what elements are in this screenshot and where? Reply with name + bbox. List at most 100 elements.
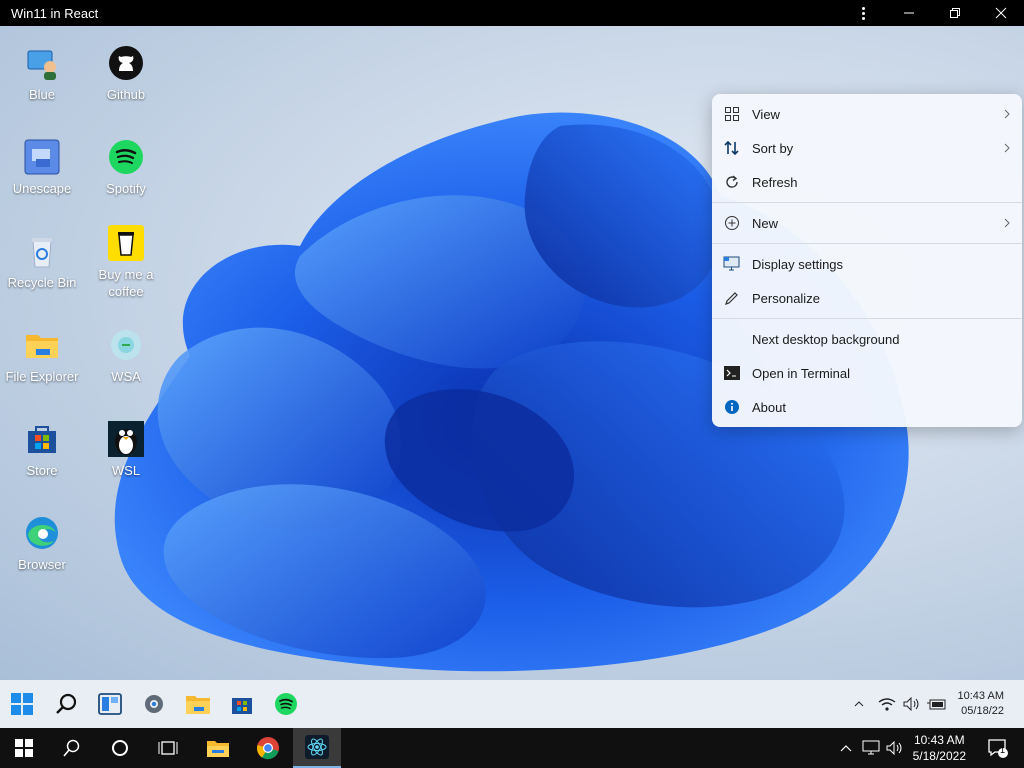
chevron-up-icon xyxy=(840,745,852,752)
desktop-icon-label: Unescape xyxy=(12,181,72,196)
menu-item-label: View xyxy=(752,106,780,122)
folder-icon xyxy=(207,741,229,757)
win11-system-tray: 10:43 AM 05/18/22 xyxy=(844,680,1024,728)
desktop-icon-blue[interactable]: Blue xyxy=(0,44,84,103)
host-chrome-button[interactable] xyxy=(244,728,292,768)
menu-item-refresh[interactable]: Refresh xyxy=(712,167,1022,197)
close-button[interactable] xyxy=(978,0,1024,26)
desktop-icon-store[interactable]: Store xyxy=(0,420,84,479)
start-button[interactable] xyxy=(6,688,38,720)
desktop-icon-buy-me-a-coffee[interactable]: Buy me a coffee xyxy=(84,224,168,300)
desktop-icon-recycle-bin[interactable]: Recycle Bin xyxy=(0,232,84,291)
react-app-icon xyxy=(305,735,329,759)
menu-item-label: Open in Terminal xyxy=(752,365,851,381)
minimize-button[interactable] xyxy=(886,0,932,26)
menu-item-label: Personalize xyxy=(752,290,820,306)
chrome-icon xyxy=(256,737,279,760)
desktop-icon-label: Recycle Bin xyxy=(7,275,77,290)
volume-icon xyxy=(903,697,919,711)
coffee-cup-icon xyxy=(107,224,145,262)
host-show-hidden-icons-button[interactable] xyxy=(836,728,856,768)
spotify-icon xyxy=(107,138,145,176)
search-button[interactable] xyxy=(50,688,82,720)
recycle-bin-icon xyxy=(23,232,61,270)
desktop[interactable]: Blue Github Unescape Spotify Recycle Bin… xyxy=(0,26,1024,680)
sort-icon xyxy=(712,133,752,163)
host-clock[interactable]: 10:43 AM 5/18/2022 xyxy=(913,728,966,768)
refresh-icon xyxy=(712,167,752,197)
wifi-button[interactable] xyxy=(874,697,900,711)
widgets-icon xyxy=(98,693,122,715)
host-task-view-button[interactable] xyxy=(144,728,192,768)
terminal-icon xyxy=(712,358,752,388)
desktop-icon-wsa[interactable]: WSA xyxy=(84,326,168,385)
store-taskbar-button[interactable] xyxy=(226,688,258,720)
search-icon xyxy=(63,739,80,757)
host-file-explorer-button[interactable] xyxy=(194,728,242,768)
minimize-icon xyxy=(904,12,914,14)
menu-item-about[interactable]: About xyxy=(712,392,1022,422)
unescape-icon xyxy=(23,138,61,176)
notification-count-badge: 1 xyxy=(999,745,1005,755)
plus-circle-icon xyxy=(712,208,752,238)
desktop-icon-file-explorer[interactable]: File Explorer xyxy=(0,326,84,385)
store-icon xyxy=(23,420,61,458)
desktop-icon-github[interactable]: Github xyxy=(84,44,168,103)
menu-item-label: Next desktop background xyxy=(752,331,900,347)
wifi-icon xyxy=(878,698,895,711)
host-cortana-button[interactable] xyxy=(96,728,144,768)
host-action-center-button[interactable]: 1 xyxy=(980,728,1016,768)
menu-item-next-desktop-background[interactable]: Next desktop background xyxy=(712,324,1022,354)
menu-separator xyxy=(712,243,1022,244)
clock-time: 10:43 AM xyxy=(957,690,1004,702)
host-win11-react-app-button[interactable] xyxy=(293,728,341,768)
chevron-right-icon xyxy=(992,218,1022,228)
volume-button[interactable] xyxy=(900,697,924,711)
info-icon xyxy=(712,392,752,422)
chevron-right-icon xyxy=(992,109,1022,119)
host-start-button[interactable] xyxy=(0,728,48,768)
notification-icon xyxy=(988,739,1008,758)
menu-item-label: Refresh xyxy=(752,174,798,190)
blue-user-icon xyxy=(23,44,61,82)
spotify-taskbar-button[interactable] xyxy=(270,688,302,720)
menu-item-label: New xyxy=(752,215,779,231)
file-explorer-icon xyxy=(186,696,210,714)
menu-item-open-in-terminal[interactable]: Open in Terminal xyxy=(712,358,1022,388)
file-explorer-taskbar-button[interactable] xyxy=(182,688,214,720)
host-network-button[interactable] xyxy=(860,728,882,768)
desktop-icon-wsl[interactable]: WSL xyxy=(84,420,168,479)
menu-item-sort-by[interactable]: Sort by xyxy=(712,133,1022,163)
host-volume-button[interactable] xyxy=(884,728,906,768)
menu-separator xyxy=(712,202,1022,203)
task-view-icon xyxy=(158,741,178,755)
menu-item-display-settings[interactable]: Display settings xyxy=(712,249,1022,279)
battery-plug-icon xyxy=(926,699,946,710)
clock-time: 10:43 AM xyxy=(913,733,965,747)
window-titlebar: Win11 in React xyxy=(0,0,1024,26)
restore-button[interactable] xyxy=(932,0,978,26)
menu-item-personalize[interactable]: Personalize xyxy=(712,283,1022,313)
pen-icon xyxy=(712,283,752,313)
desktop-icon-browser[interactable]: Browser xyxy=(0,514,84,573)
desktop-icon-label: Spotify xyxy=(106,181,146,196)
win11-taskbar: 10:43 AM 05/18/22 xyxy=(0,680,1024,728)
show-hidden-icons-button[interactable] xyxy=(844,700,874,708)
edge-icon xyxy=(23,514,61,552)
desktop-icon-label: Buy me a coffee xyxy=(98,267,154,299)
desktop-icon-label: Store xyxy=(26,463,58,478)
desktop-icon-spotify[interactable]: Spotify xyxy=(84,138,168,197)
host-search-button[interactable] xyxy=(48,728,96,768)
menu-item-new[interactable]: New xyxy=(712,208,1022,238)
desktop-icon-label: Browser xyxy=(18,557,66,572)
desktop-icon-label: Blue xyxy=(28,87,56,102)
widgets-button[interactable] xyxy=(94,688,126,720)
menu-item-view[interactable]: View xyxy=(712,99,1022,129)
win11-clock[interactable]: 10:43 AM 05/18/22 xyxy=(950,689,1024,719)
settings-button[interactable] xyxy=(138,688,170,720)
store-icon xyxy=(232,698,252,714)
battery-button[interactable] xyxy=(924,697,950,711)
more-options-button[interactable] xyxy=(840,0,886,26)
desktop-icon-unescape[interactable]: Unescape xyxy=(0,138,84,197)
host-taskbar: 10:43 AM 5/18/2022 1 xyxy=(0,728,1024,768)
